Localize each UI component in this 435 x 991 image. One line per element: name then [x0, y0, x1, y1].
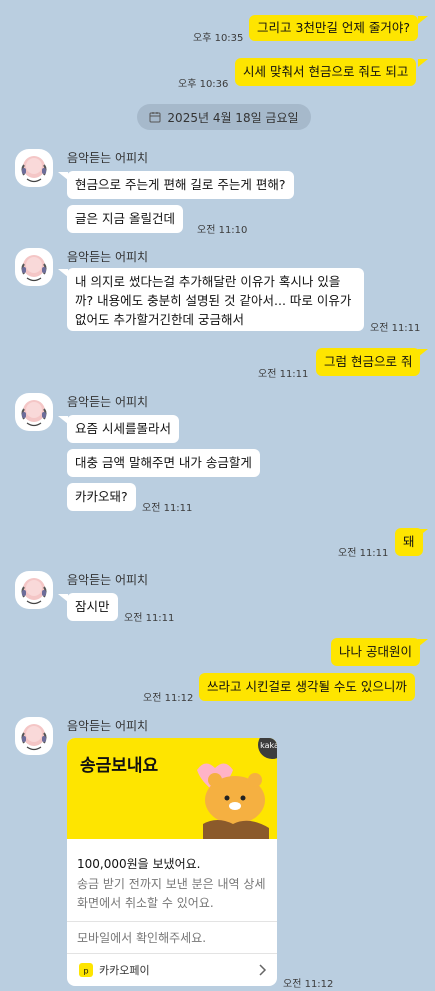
calendar-icon	[149, 112, 161, 123]
sender-name: 음악듣는 어피치	[67, 573, 149, 587]
message-time: 오전 11:12	[143, 693, 194, 704]
sender-name: 음악듣는 어피치	[67, 151, 149, 165]
bubble-tail	[418, 349, 428, 357]
svg-text:p: p	[83, 967, 88, 976]
message-time: 오전 11:11	[258, 369, 309, 380]
bubble-tail	[418, 529, 428, 537]
message-time: 오전 11:11	[338, 548, 389, 559]
other-message-bubble[interactable]: 요즘 시세를몰라서	[67, 415, 179, 443]
bubble-tail	[58, 172, 68, 180]
avatar[interactable]	[15, 571, 53, 609]
bubble-tail	[58, 416, 68, 424]
avatar[interactable]	[15, 149, 53, 187]
ryan-character	[197, 763, 269, 839]
kakaopay-icon: p	[79, 963, 93, 977]
bubble-tail	[418, 639, 428, 647]
card-title: 송금보내요	[80, 756, 159, 776]
avatar-apeach	[21, 255, 47, 282]
bubble-tail	[58, 594, 68, 602]
kakaopay-label: 카카오페이	[99, 964, 150, 977]
sender-name: 음악듣는 어피치	[67, 719, 149, 733]
chevron-right-icon[interactable]	[257, 964, 267, 976]
message-time: 오전 11:11	[124, 613, 175, 624]
other-message-bubble[interactable]: 카카오돼?	[67, 483, 136, 511]
message-time: 오후 10:36	[178, 79, 229, 90]
sender-name: 음악듣는 어피치	[67, 250, 149, 264]
avatar-apeach	[21, 578, 47, 605]
my-message-bubble[interactable]: 그럼 현금으로 줘	[316, 348, 421, 376]
avatar[interactable]	[15, 248, 53, 286]
message-time: 오전 11:10	[197, 225, 248, 236]
card-amount: 100,000원을 보냈어요.	[77, 857, 201, 871]
my-message-bubble[interactable]: 그리고 3천만길 언제 줄거야?	[249, 15, 419, 41]
bubble-tail	[58, 269, 68, 277]
card-divider	[67, 921, 277, 922]
card-notice: 모바일에서 확인해주세요.	[77, 931, 207, 945]
message-time: 오전 11:11	[142, 503, 193, 514]
message-time: 오후 10:35	[193, 33, 244, 44]
card-footer[interactable]: p 카카오페이	[67, 954, 277, 986]
avatar[interactable]	[15, 717, 53, 755]
other-message-bubble[interactable]: 대충 금액 말해주면 내가 송금할게	[67, 449, 260, 477]
avatar[interactable]	[15, 393, 53, 431]
other-message-bubble[interactable]: 글은 지금 올릴건데	[67, 205, 183, 233]
bubble-tail	[418, 16, 428, 24]
avatar-apeach	[21, 156, 47, 183]
message-time: 오전 11:12	[283, 979, 334, 990]
my-message-bubble[interactable]: 쓰라고 시킨걸로 생각될 수도 있으니까	[199, 673, 415, 701]
other-message-bubble[interactable]: 현금으로 주는게 편해 길로 주는게 편해?	[67, 171, 294, 199]
other-message-bubble[interactable]: 잠시만	[67, 593, 118, 621]
date-divider: 2025년 4월 18일 금요일	[137, 104, 311, 130]
date-text: 2025년 4월 18일 금요일	[167, 110, 299, 125]
bubble-tail	[418, 59, 428, 67]
avatar-apeach	[21, 400, 47, 427]
avatar-apeach	[21, 724, 47, 751]
card-description: 송금 받기 전까지 보낸 분은 내역 상세화면에서 취소할 수 있어요.	[77, 877, 266, 910]
other-message-bubble[interactable]: 내 의지로 썼다는걸 추가해달란 이유가 혹시나 있을까? 내용에도 충분히 설…	[67, 268, 364, 331]
card-header: 송금보내요	[67, 738, 277, 839]
my-message-bubble[interactable]: 시세 맞춰서 현금으로 줘도 되고	[235, 58, 417, 86]
kakaopay-transfer-card[interactable]: 송금보내요 kakao 100,000원을 보냈어요. 송금 받기 전까지 보낸…	[67, 738, 277, 986]
sender-name: 음악듣는 어피치	[67, 395, 149, 409]
my-message-bubble[interactable]: 나나 공대원이	[331, 638, 420, 666]
message-time: 오전 11:11	[370, 323, 421, 334]
